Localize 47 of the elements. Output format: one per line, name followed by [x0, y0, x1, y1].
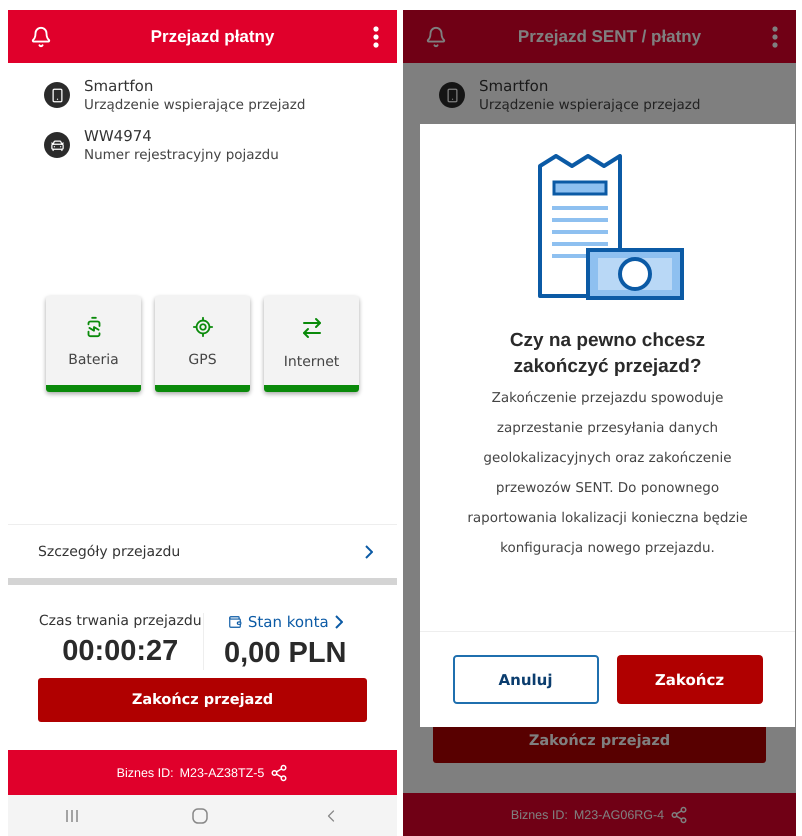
notifications-button[interactable] [30, 26, 52, 48]
account-balance-link[interactable]: Stan konta [228, 613, 343, 631]
end-ride-button[interactable]: Zakończ przejazd [38, 678, 367, 722]
recent-apps-button[interactable] [64, 808, 78, 822]
screen-title: Przejazd SENT / płatny [518, 26, 702, 46]
share-button[interactable] [270, 764, 288, 782]
item-description: Urządzenie wspierające przejazd [479, 97, 700, 113]
kebab-menu-icon [772, 26, 778, 48]
chevron-right-icon [334, 615, 343, 629]
business-id: M23-AG06RG-4 [574, 808, 664, 822]
smartphone-icon [444, 88, 460, 102]
balance-value: 0,00 PLN [224, 637, 346, 670]
share-button[interactable] [670, 806, 688, 824]
duration-value: 00:00:27 [62, 635, 178, 668]
more-options-button[interactable] [772, 26, 778, 48]
tile-label: Bateria [68, 352, 119, 368]
more-options-button[interactable] [372, 26, 379, 48]
item-description: Numer rejestracyjny pojazdu [84, 147, 279, 163]
recent-apps-icon [64, 808, 78, 822]
tile-label: Internet [284, 354, 340, 370]
business-id-label: Biznes ID: [510, 808, 568, 822]
home-button[interactable] [192, 808, 208, 824]
share-icon [270, 764, 288, 782]
item-name: Smartfon [84, 77, 154, 95]
screen-title: Przejazd płatny [150, 26, 274, 46]
duration-label: Czas trwania przejazdu [38, 613, 202, 629]
location-target-icon [192, 316, 214, 338]
share-icon [670, 806, 688, 824]
notifications-button[interactable] [425, 26, 447, 48]
dialog-message: Zakończenie przejazdu spowoduje zaprzestanie przesyłania danych geolokalizacyjnych oraz zakończenie przewozów SENT. Do ponownego raportowania lokalizacji konieczna będzie konfiguracja nowego przejazdu. [466, 389, 749, 558]
item-name: WW4974 [84, 127, 153, 145]
bell-icon [425, 26, 447, 48]
item-description: Urządzenie wspierające przejazd [84, 97, 306, 113]
chevron-right-icon [365, 544, 373, 558]
car-icon [50, 138, 64, 152]
item-name: Smartfon [479, 77, 550, 95]
business-id-label: Biznes ID: [116, 766, 174, 780]
cancel-button[interactable]: Anuluj [452, 655, 598, 704]
wallet-icon [228, 615, 242, 629]
tile-label: GPS [188, 352, 217, 368]
confirm-button[interactable]: Zakończ [616, 655, 762, 704]
business-id: M23-AZ38TZ-5 [180, 766, 264, 780]
kebab-menu-icon [372, 26, 379, 48]
smartphone-icon [50, 88, 64, 102]
bell-icon [30, 26, 52, 48]
home-icon [192, 808, 208, 824]
dialog-title: Czy na pewno chcesz zakończyć przejazd? [508, 329, 706, 379]
